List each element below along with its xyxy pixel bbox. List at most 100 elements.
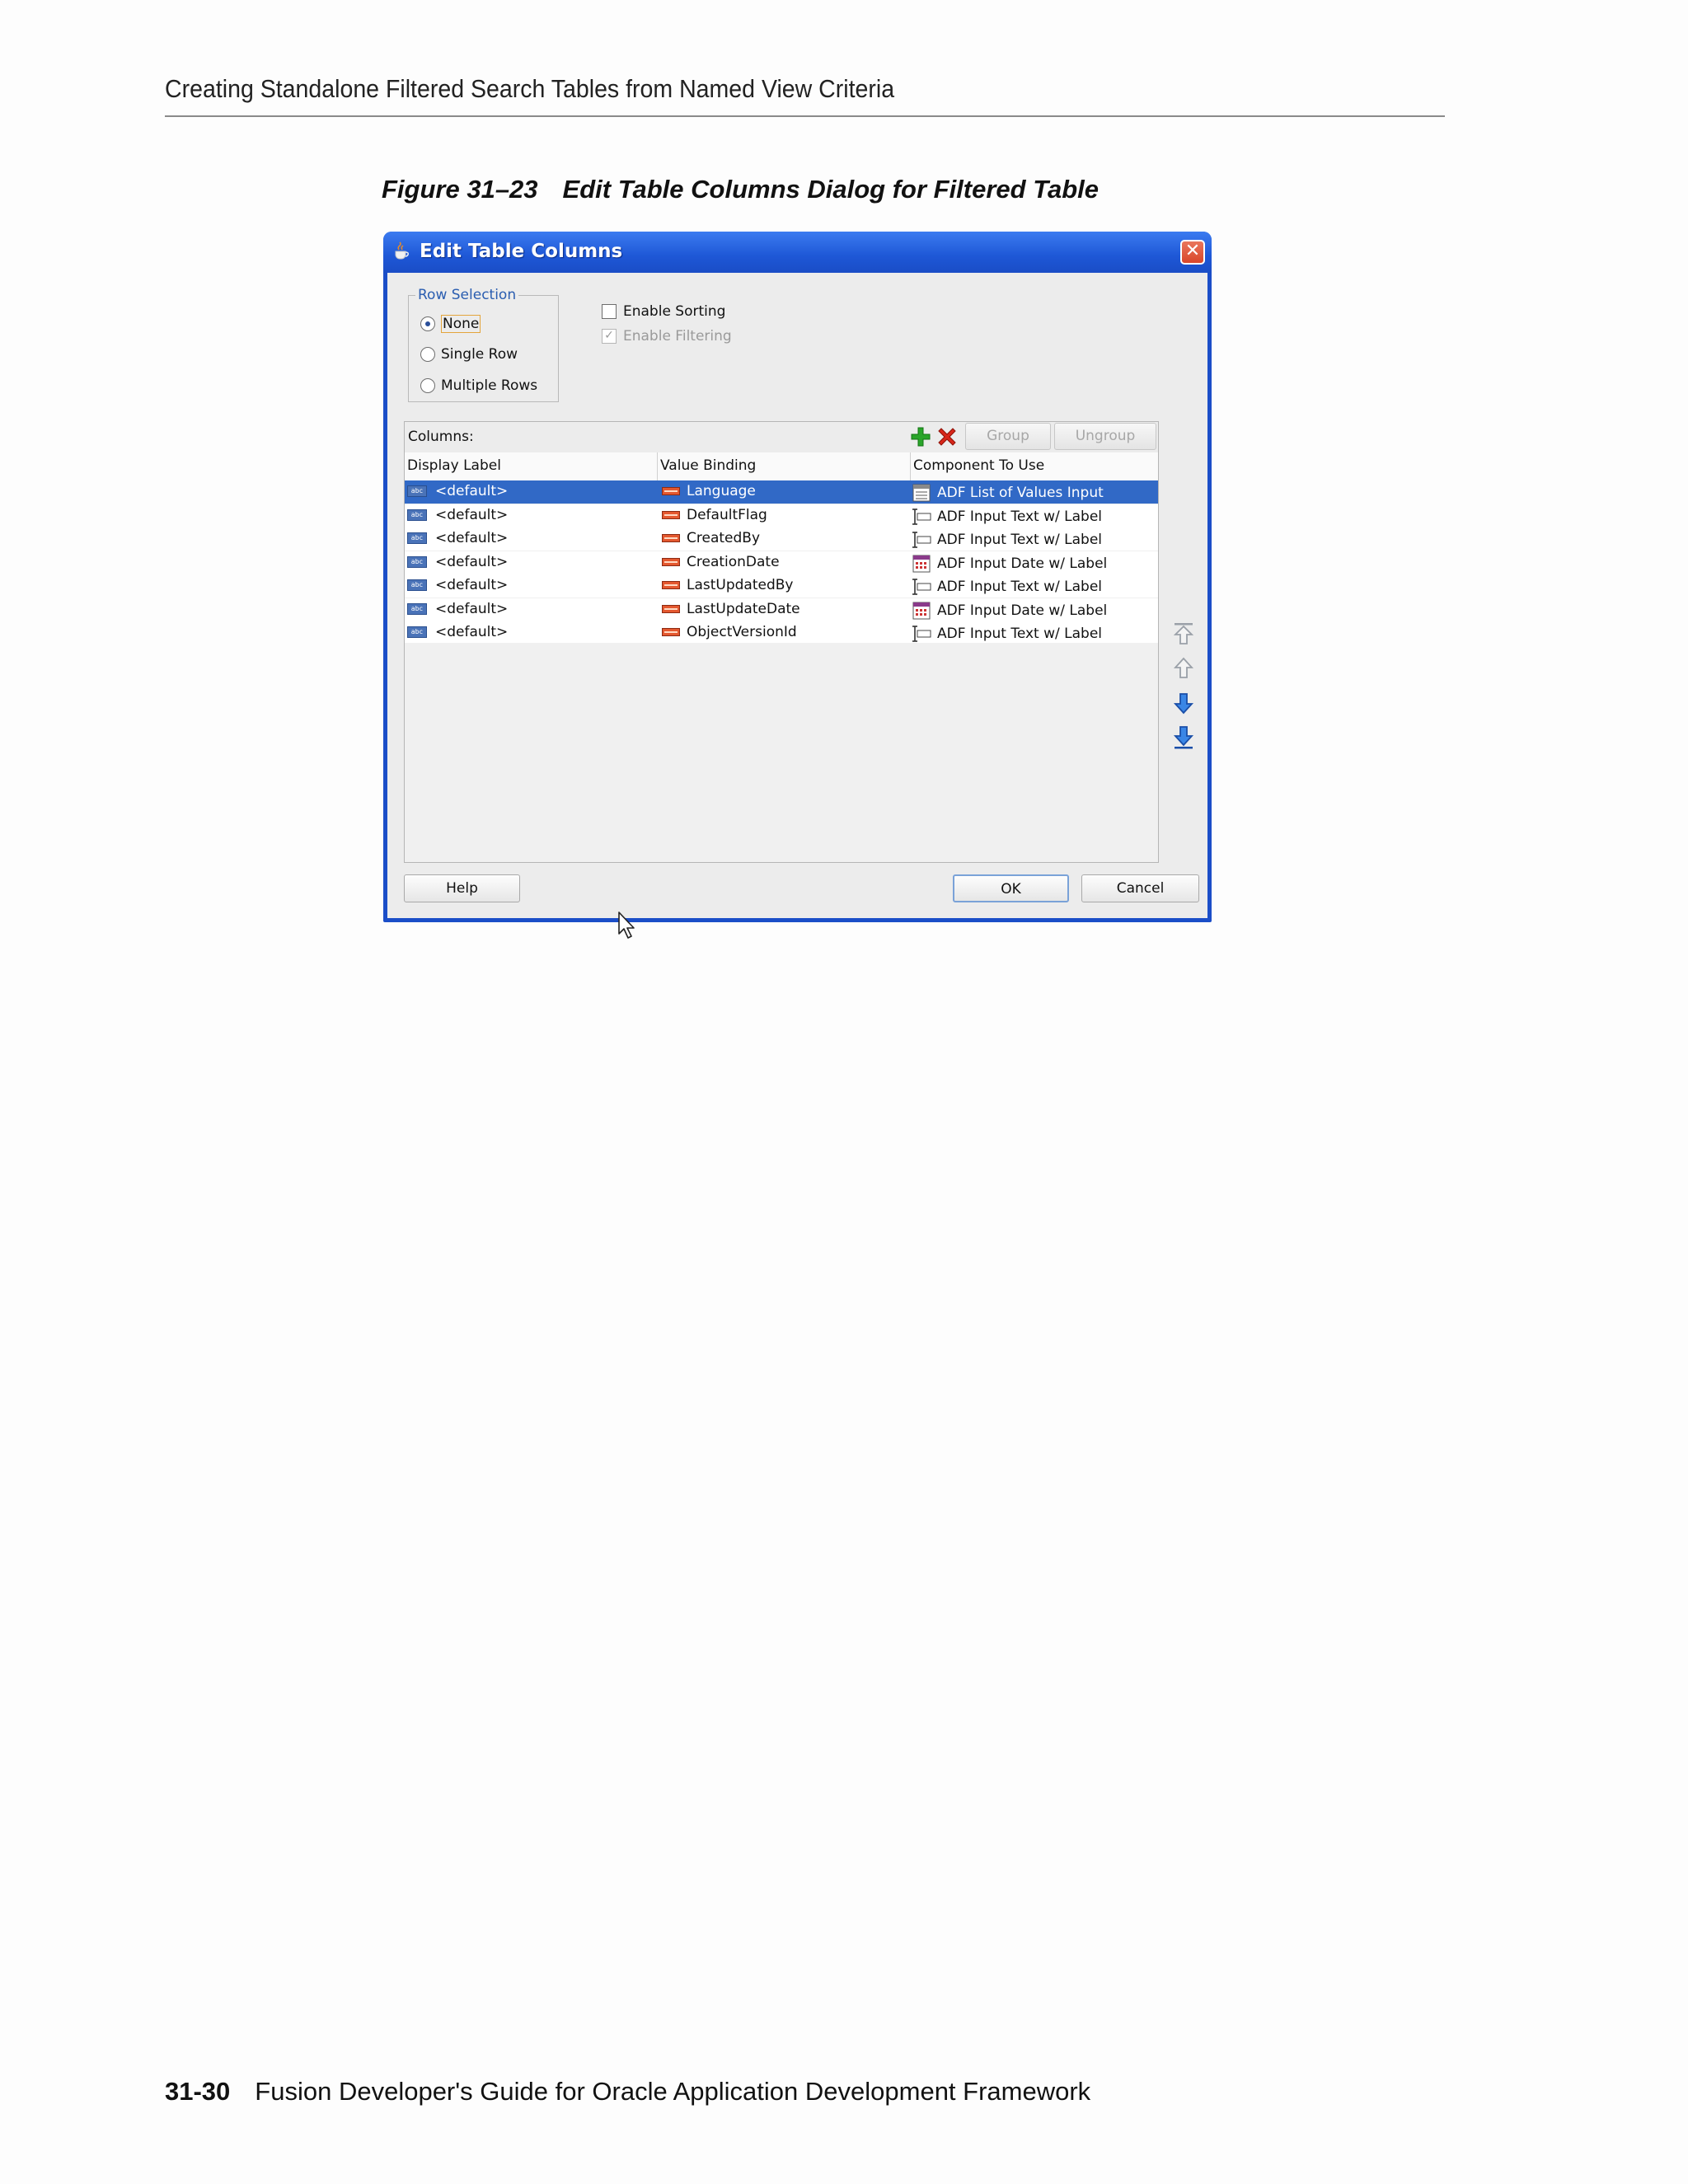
display-label-text: <default> — [435, 530, 509, 546]
column-divider[interactable] — [910, 452, 911, 480]
enable-filtering-label: Enable Filtering — [623, 328, 732, 344]
radio-label-single-row: Single Row — [441, 346, 518, 363]
input-text-icon — [912, 532, 931, 548]
value-binding-text: ObjectVersionId — [687, 624, 797, 640]
columns-table: Columns: Group Ungroup Display Label Val… — [404, 421, 1159, 939]
cell-value-binding: CreationDate — [662, 554, 780, 570]
cell-display-label: abc <default> — [407, 554, 508, 570]
enable-sorting-checkbox[interactable]: Enable Sorting — [602, 303, 725, 320]
component-text: ADF Input Date w/ Label — [937, 602, 1108, 619]
radio-button-single-row[interactable] — [420, 347, 435, 362]
delete-icon[interactable] — [935, 425, 959, 448]
display-label-text: <default> — [435, 553, 509, 570]
help-button[interactable]: Help — [404, 874, 520, 902]
radio-multiple-rows[interactable]: Multiple Rows — [420, 377, 537, 394]
table-row[interactable]: abc <default> CreationDate ADF Input Dat… — [405, 551, 1158, 574]
input-text-icon — [912, 579, 931, 595]
label-icon: abc — [407, 602, 427, 615]
radio-button-multiple-rows[interactable] — [420, 378, 435, 393]
label-icon: abc — [407, 579, 427, 591]
radio-none[interactable]: None — [420, 315, 481, 333]
cell-display-label: abc <default> — [407, 601, 508, 617]
input-date-icon — [912, 602, 931, 619]
row-selection-group: Row Selection None Single Row Multiple R… — [408, 287, 559, 402]
enable-filtering-box[interactable]: ✓ — [602, 329, 617, 344]
add-icon[interactable] — [909, 425, 932, 448]
attribute-icon — [662, 534, 680, 542]
figure-title: Edit Table Columns Dialog for Filtered T… — [562, 175, 1100, 204]
move-up-icon[interactable] — [1172, 655, 1195, 682]
label-icon: abc — [407, 626, 427, 638]
columns-label: Columns: — [408, 429, 474, 445]
header-rule — [165, 115, 1445, 117]
radio-label-none: None — [441, 315, 481, 333]
attribute-icon — [662, 628, 680, 636]
table-row[interactable]: abc <default> Language ADF List of Value… — [405, 480, 1158, 504]
attribute-icon — [662, 510, 680, 519]
display-label-text: <default> — [435, 577, 509, 593]
radio-button-none[interactable] — [420, 316, 435, 331]
label-icon: abc — [407, 555, 427, 568]
page-footer: 31-30 Fusion Developer's Guide for Oracle… — [165, 2077, 1090, 2107]
label-icon: abc — [407, 485, 427, 497]
component-text: ADF List of Values Input — [937, 485, 1104, 501]
component-text: ADF Input Text w/ Label — [937, 508, 1103, 525]
table-row[interactable]: abc <default> LastUpdateDate ADF Input D… — [405, 598, 1158, 621]
display-label-text: <default> — [435, 600, 509, 617]
move-bottom-icon[interactable] — [1172, 724, 1195, 751]
column-header-display-label[interactable]: Display Label — [407, 457, 501, 474]
value-binding-text: CreatedBy — [687, 530, 761, 546]
table-row[interactable]: abc <default> CreatedBy ADF Input Text w… — [405, 527, 1158, 551]
cell-component: ADF Input Text w/ Label — [911, 507, 1102, 527]
display-label-text: <default> — [435, 506, 509, 523]
value-binding-text: Language — [687, 483, 756, 499]
display-label-text: <default> — [435, 483, 509, 499]
edit-table-columns-dialog: Edit Table Columns ✕ Row Selection None … — [383, 232, 1212, 939]
column-header-component[interactable]: Component To Use — [913, 457, 1044, 474]
component-text: ADF Input Date w/ Label — [937, 555, 1108, 572]
dialog-title: Edit Table Columns — [420, 241, 623, 262]
table-row[interactable]: abc <default> DefaultFlag ADF Input Text… — [405, 504, 1158, 527]
java-cup-icon — [395, 241, 409, 260]
figure-caption: Figure 31–23 Edit Table Columns Dialog fo… — [382, 175, 1099, 204]
column-divider[interactable] — [657, 452, 658, 480]
ok-button[interactable]: OK — [953, 874, 1069, 902]
move-top-icon[interactable] — [1172, 621, 1195, 647]
attribute-icon — [662, 581, 680, 589]
label-icon: abc — [407, 532, 427, 544]
column-header-value-binding[interactable]: Value Binding — [660, 457, 756, 474]
ungroup-button[interactable]: Ungroup — [1054, 423, 1156, 450]
enable-filtering-checkbox[interactable]: ✓ Enable Filtering — [602, 328, 732, 344]
move-down-icon[interactable] — [1172, 690, 1195, 716]
table-row[interactable]: abc <default> LastUpdatedBy ADF Input Te… — [405, 574, 1158, 598]
cell-value-binding: LastUpdateDate — [662, 601, 800, 617]
value-binding-text: DefaultFlag — [687, 506, 767, 523]
cell-component: ADF Input Date w/ Label — [911, 554, 1107, 574]
group-button[interactable]: Group — [965, 423, 1051, 450]
table-row[interactable]: abc <default> ObjectVersionId ADF Input … — [405, 621, 1158, 644]
enable-sorting-box[interactable] — [602, 304, 617, 319]
book-title: Fusion Developer's Guide for Oracle Appl… — [255, 2077, 1091, 2106]
value-binding-text: LastUpdateDate — [687, 600, 800, 617]
cell-component: ADF Input Text w/ Label — [911, 624, 1102, 644]
close-icon: ✕ — [1184, 241, 1201, 261]
input-date-icon — [912, 555, 931, 572]
dialog-title-bar[interactable]: Edit Table Columns ✕ — [383, 232, 1212, 273]
display-label-text: <default> — [435, 624, 509, 640]
dialog-body: Row Selection None Single Row Multiple R… — [387, 273, 1207, 939]
mouse-pointer-icon — [618, 912, 635, 939]
cell-value-binding: ObjectVersionId — [662, 624, 797, 640]
cancel-button[interactable]: Cancel — [1081, 874, 1199, 902]
attribute-icon — [662, 487, 680, 495]
columns-toolbar: Columns: Group Ungroup — [405, 422, 1158, 453]
input-text-icon — [912, 626, 931, 642]
cell-component: ADF Input Date w/ Label — [911, 601, 1107, 621]
table-empty-area[interactable] — [405, 643, 1158, 939]
radio-single-row[interactable]: Single Row — [420, 346, 518, 363]
close-button[interactable]: ✕ — [1180, 240, 1205, 265]
enable-sorting-label: Enable Sorting — [623, 303, 726, 320]
list-of-values-icon — [912, 484, 931, 502]
cell-value-binding: CreatedBy — [662, 530, 760, 546]
figure-label: Figure 31–23 — [382, 175, 538, 204]
page-number: 31-30 — [165, 2077, 231, 2106]
